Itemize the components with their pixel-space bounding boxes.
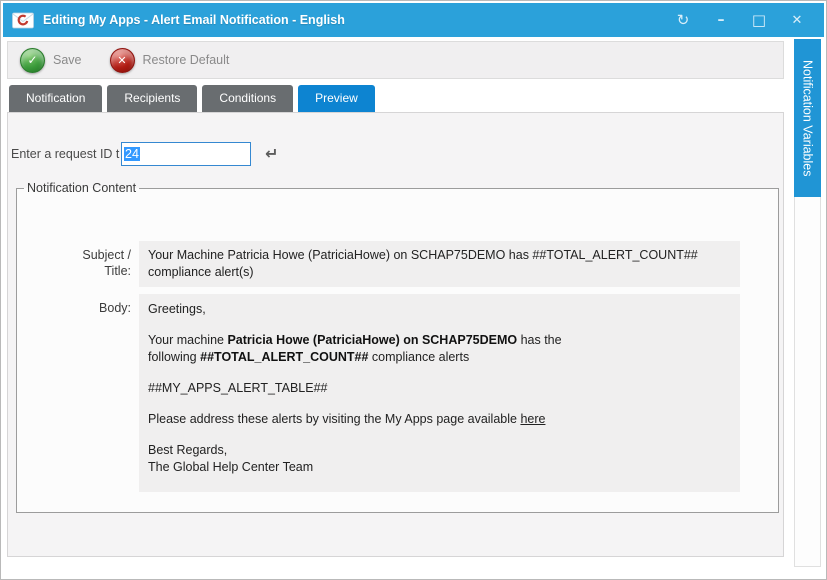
tab-bar: Notification Recipients Conditions Previ… bbox=[9, 85, 375, 112]
request-id-row: Enter a request ID t 24 ↵ bbox=[11, 141, 278, 167]
request-id-selected-value: 24 bbox=[124, 147, 140, 161]
minimize-icon[interactable]: – bbox=[702, 5, 740, 35]
maximize-icon[interactable]: □ bbox=[740, 5, 778, 35]
dialog-window: Editing My Apps - Alert Email Notificati… bbox=[0, 0, 827, 580]
window-controls: ↻ – □ ✕ bbox=[664, 5, 816, 35]
window-title: Editing My Apps - Alert Email Notificati… bbox=[43, 13, 664, 27]
request-id-input[interactable]: 24 bbox=[121, 142, 251, 166]
body-signoff: Best Regards, The Global Help Center Tea… bbox=[148, 442, 731, 476]
body-label: Body: bbox=[55, 300, 131, 316]
tab-notification[interactable]: Notification bbox=[9, 85, 102, 112]
toolbar: ✓ Save ✕ Restore Default bbox=[7, 41, 784, 79]
notification-content-legend: Notification Content bbox=[24, 181, 139, 195]
subject-title-value: Your Machine Patricia Howe (PatriciaHowe… bbox=[139, 241, 740, 287]
titlebar: Editing My Apps - Alert Email Notificati… bbox=[3, 3, 824, 37]
refresh-icon[interactable]: ↻ bbox=[664, 5, 702, 35]
restore-default-button[interactable]: ✕ Restore Default bbox=[110, 48, 230, 73]
tab-conditions[interactable]: Conditions bbox=[202, 85, 293, 112]
body-greeting: Greetings, bbox=[148, 301, 731, 318]
body-cta: Please address these alerts by visiting … bbox=[148, 411, 731, 428]
restore-default-button-label: Restore Default bbox=[143, 53, 230, 67]
tab-recipients[interactable]: Recipients bbox=[107, 85, 197, 112]
body-machine-line2: following ##TOTAL_ALERT_COUNT## complian… bbox=[148, 349, 731, 366]
tab-preview[interactable]: Preview bbox=[298, 85, 375, 112]
body-machine-line1: Your machine Patricia Howe (PatriciaHowe… bbox=[148, 332, 731, 349]
enter-arrow-icon: ↵ bbox=[265, 146, 278, 162]
body-machine-paragraph: Your machine Patricia Howe (PatriciaHowe… bbox=[148, 332, 731, 366]
subject-title-label: Subject / Title: bbox=[55, 247, 131, 279]
restore-x-icon: ✕ bbox=[110, 48, 135, 73]
body-alert-table-token: ##MY_APPS_ALERT_TABLE## bbox=[148, 380, 731, 397]
save-button-label: Save bbox=[53, 53, 82, 67]
body-value: Greetings, Your machine Patricia Howe (P… bbox=[139, 294, 740, 492]
notification-content-groupbox: Notification Content Subject / Title: Yo… bbox=[16, 181, 779, 513]
preview-tab-panel: Enter a request ID t 24 ↵ Notification C… bbox=[7, 112, 784, 557]
close-icon[interactable]: ✕ bbox=[778, 5, 816, 35]
here-link[interactable]: here bbox=[520, 412, 545, 426]
save-check-icon: ✓ bbox=[20, 48, 45, 73]
save-button[interactable]: ✓ Save bbox=[20, 48, 82, 73]
email-app-icon bbox=[11, 11, 35, 29]
notification-variables-tab[interactable]: Notification Variables bbox=[794, 39, 821, 197]
request-id-label: Enter a request ID t bbox=[11, 147, 121, 161]
